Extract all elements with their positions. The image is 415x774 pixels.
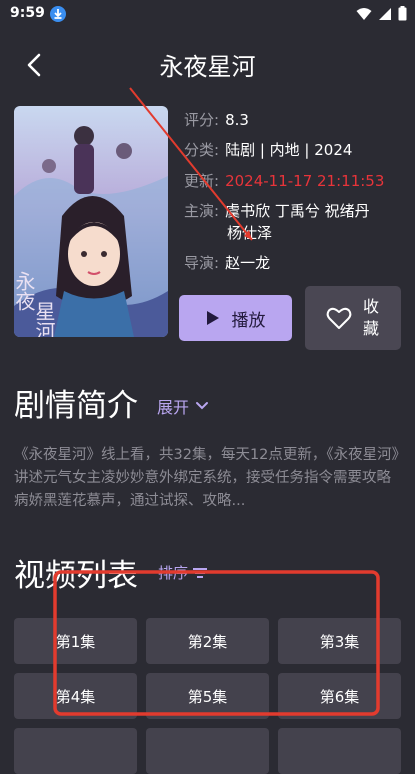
- status-time: 9:59: [10, 5, 45, 21]
- cast-label: 主演:: [184, 202, 220, 220]
- episode-button-3[interactable]: 第3集: [278, 618, 401, 664]
- sort-button[interactable]: 排序: [158, 562, 208, 583]
- episode-button-5[interactable]: 第5集: [146, 673, 269, 719]
- heart-icon: [326, 307, 352, 329]
- battery-icon: [398, 6, 407, 25]
- cast-value-line2: 杨仕泽: [227, 224, 273, 242]
- sort-label: 排序: [158, 564, 189, 582]
- episode-button-2[interactable]: 第2集: [146, 618, 269, 664]
- chevron-down-icon: [196, 402, 209, 410]
- play-button[interactable]: 播放: [179, 295, 292, 341]
- episode-button-6[interactable]: 第6集: [278, 673, 401, 719]
- category-row: 分类: 陆剧 | 内地 | 2024: [184, 139, 352, 161]
- category-value: 陆剧 | 内地 | 2024: [225, 141, 353, 159]
- svg-text:星河: 星河: [32, 301, 56, 337]
- category-label: 分类:: [184, 141, 220, 159]
- updated-value: 2024-11-17 21:11:53: [225, 172, 385, 190]
- episode-button-1[interactable]: 第1集: [14, 618, 137, 664]
- favorite-button[interactable]: 收藏: [305, 286, 401, 350]
- synopsis-title: 剧情简介: [14, 388, 138, 424]
- rating-row: 评分: 8.3: [184, 109, 249, 131]
- download-status-icon: [50, 6, 66, 22]
- episode-button-4[interactable]: 第4集: [14, 673, 137, 719]
- episode-button-partial-1[interactable]: [14, 728, 137, 774]
- episodes-title: 视频列表: [14, 558, 138, 594]
- status-bar: 9:59: [0, 0, 415, 28]
- updated-row: 更新: 2024-11-17 21:11:53: [184, 170, 384, 192]
- expand-button[interactable]: 展开: [157, 394, 209, 418]
- sort-icon: [193, 567, 208, 578]
- updated-label: 更新:: [184, 172, 220, 190]
- director-value: 赵一龙: [225, 254, 271, 272]
- director-row: 导演: 赵一龙: [184, 252, 270, 274]
- episode-button-partial-2[interactable]: [146, 728, 269, 774]
- wifi-icon: [356, 6, 372, 25]
- synopsis-text: 《永夜星河》线上看，共32集，每天12点更新，《永夜星河》讲述元气女主凌妙妙意外…: [14, 447, 399, 509]
- poster-image: 永夜 星河: [14, 106, 168, 337]
- play-icon: [206, 311, 219, 325]
- episode-button-partial-3[interactable]: [278, 728, 401, 774]
- expand-label: 展开: [157, 398, 190, 417]
- cast-value-line1: 虞书欣 丁禹兮 祝绪丹: [225, 202, 370, 220]
- cast-row: 主演: 虞书欣 丁禹兮 祝绪丹: [184, 200, 370, 222]
- cast-row-continued: 杨仕泽: [227, 222, 272, 244]
- favorite-label: 收藏: [362, 297, 379, 338]
- rating-value: 8.3: [225, 111, 249, 129]
- director-label: 导演:: [184, 254, 220, 272]
- page-title: 永夜星河: [159, 53, 256, 81]
- signal-icon: [378, 6, 392, 25]
- rating-label: 评分:: [184, 111, 220, 129]
- play-label: 播放: [231, 310, 266, 331]
